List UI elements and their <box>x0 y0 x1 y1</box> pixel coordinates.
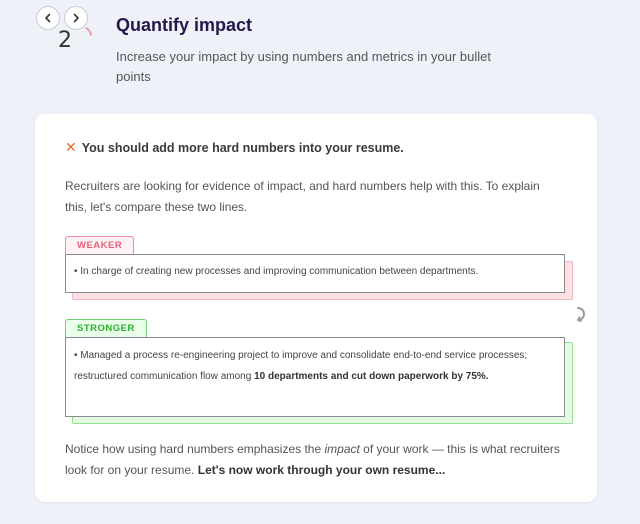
weaker-example: • In charge of creating new processes an… <box>65 254 565 293</box>
outro-call-to-action: Let's now work through your own resume..… <box>197 463 446 477</box>
intro-text: Recruiters are looking for evidence of i… <box>65 179 540 214</box>
stronger-example-highlight: 10 departments and cut down paperwork by… <box>254 371 489 382</box>
step-number: 2 <box>58 28 72 53</box>
page-subtitle: Increase your impact by using numbers an… <box>116 49 492 84</box>
weaker-example-text: • In charge of creating new processes an… <box>74 266 479 277</box>
refresh-icon[interactable] <box>574 305 588 323</box>
outro-part-1: Notice how using hard numbers emphasizes… <box>65 442 325 456</box>
step-progress-arc <box>85 27 92 36</box>
x-icon: ✕ <box>65 139 77 155</box>
stronger-example: • Managed a process re-engineering proje… <box>65 337 565 417</box>
previous-button[interactable] <box>36 6 60 30</box>
warning-text: You should add more hard numbers into yo… <box>81 140 404 155</box>
feedback-card: ✕ You should add more hard numbers into … <box>35 114 597 502</box>
weaker-label: WEAKER <box>65 236 135 254</box>
stronger-label: STRONGER <box>65 319 147 337</box>
warning-message: ✕ You should add more hard numbers into … <box>65 139 404 156</box>
outro-text: Notice how using hard numbers emphasizes… <box>65 439 575 481</box>
chevron-right-icon <box>73 13 79 23</box>
page-title: Quantify impact <box>116 15 253 35</box>
outro-emphasis: impact <box>324 442 360 456</box>
chevron-left-icon <box>45 13 51 23</box>
